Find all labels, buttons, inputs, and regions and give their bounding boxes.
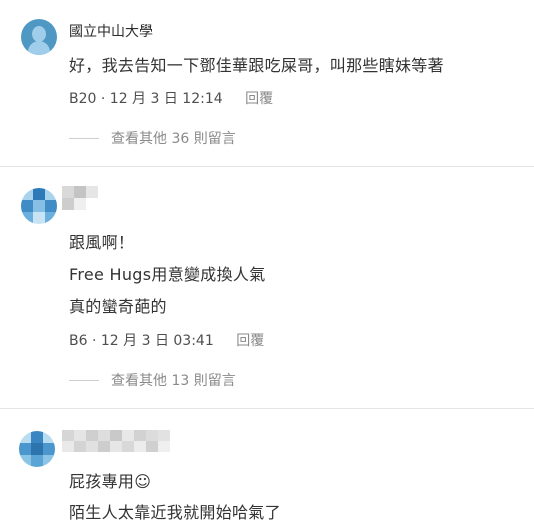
blurred-author-name-icon xyxy=(62,430,170,452)
comment-divider xyxy=(0,166,534,167)
view-more-label: 查看其他 13 則留言 xyxy=(111,373,236,389)
reply-button[interactable]: 回覆 xyxy=(245,91,273,107)
meta-separator: · xyxy=(91,333,97,349)
comment-text-line: 陌生人太靠近我就開始哈氣了 xyxy=(69,503,281,522)
avatar-body-shape xyxy=(28,41,50,55)
pixelated-avatar-icon xyxy=(19,431,55,467)
dash-icon xyxy=(69,137,99,139)
avatar-head-shape xyxy=(32,26,46,42)
comment-text-line: 屁孩專用☺ xyxy=(69,472,152,491)
comment-text-line: Free Hugs用意變成換人氣 xyxy=(69,265,266,284)
author-avatar[interactable] xyxy=(19,431,55,467)
pixelated-avatar-icon xyxy=(21,188,57,224)
blurred-author-name-icon xyxy=(62,186,108,210)
comment-date: 12 月 3 日 12:14 xyxy=(109,91,223,107)
comment-text-line: 真的蠻奇葩的 xyxy=(69,297,167,316)
comment-meta: B20 · 12 月 3 日 12:14 回覆 xyxy=(69,88,273,108)
view-more-replies-link[interactable]: 查看其他 36 則留言 xyxy=(69,128,236,148)
comment-date: 12 月 3 日 03:41 xyxy=(100,333,214,349)
comment-text-line: 跟風啊！ xyxy=(69,233,135,252)
view-more-label: 查看其他 36 則留言 xyxy=(111,131,236,147)
author-avatar[interactable] xyxy=(21,19,57,55)
comment-text-line: 好，我去告知一下鄧佳華跟吃屎哥，叫那些瞎妹等著 xyxy=(69,56,444,75)
view-more-replies-link[interactable]: 查看其他 13 則留言 xyxy=(69,370,236,390)
reply-button[interactable]: 回覆 xyxy=(236,333,264,349)
comment-meta: B6 · 12 月 3 日 03:41 回覆 xyxy=(69,330,264,350)
dash-icon xyxy=(69,379,99,381)
floor-number: B6 xyxy=(69,333,88,349)
meta-separator: · xyxy=(100,91,106,107)
comment-author[interactable]: 國立中山大學 xyxy=(69,21,153,41)
floor-number: B20 xyxy=(69,91,97,107)
comment-divider xyxy=(0,408,534,409)
author-avatar[interactable] xyxy=(21,188,57,224)
